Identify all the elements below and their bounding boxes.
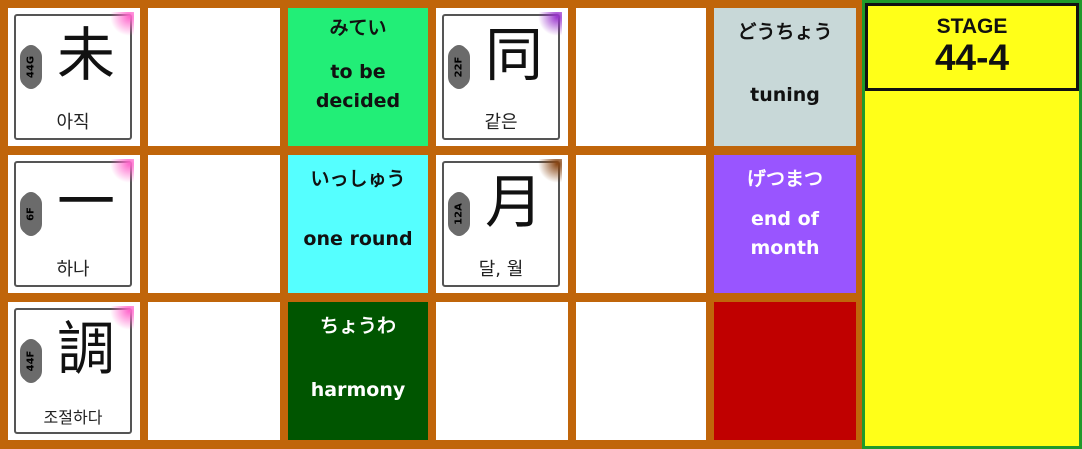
word-kana: みてい bbox=[329, 17, 387, 39]
empty-tile[interactable] bbox=[148, 155, 280, 293]
word-meaning: month bbox=[750, 237, 820, 259]
level-badge: 44F bbox=[25, 350, 37, 372]
kanji-tile-dou[interactable]: 22F 同 같은 bbox=[436, 8, 568, 146]
empty-tile[interactable] bbox=[148, 8, 280, 146]
kanji-character: 月 bbox=[484, 168, 543, 236]
kanji-reading: 달, 월 bbox=[478, 259, 524, 280]
kanji-tile-ichi[interactable]: 6F 一 하나 bbox=[8, 155, 140, 293]
level-badge: 12A bbox=[453, 203, 465, 225]
word-meaning: harmony bbox=[310, 379, 406, 401]
kanji-tile-tsuki[interactable]: 12A 月 달, 월 bbox=[436, 155, 568, 293]
level-badge-cloud-icon: 12A bbox=[448, 193, 470, 235]
word-kana: ちょうわ bbox=[319, 315, 396, 337]
empty-tile[interactable] bbox=[148, 302, 280, 440]
word-meaning: end of bbox=[751, 208, 819, 230]
kanji-tile-mi[interactable]: 44G 未 아직 bbox=[8, 8, 140, 146]
kanji-character: 調 bbox=[56, 315, 115, 383]
word-kana: どうちょう bbox=[737, 21, 833, 43]
tile-frame: 6F 一 하나 bbox=[14, 159, 134, 287]
kanji-reading: 같은 bbox=[484, 112, 518, 133]
word-meaning: decided bbox=[315, 90, 401, 112]
game-board: 44G 未 아직 みてい to be decided 22F 同 같은 どうちょ… bbox=[0, 0, 862, 449]
word-meaning: tuning bbox=[750, 84, 820, 106]
level-badge: 44G bbox=[25, 55, 37, 79]
tile-frame: 12A 月 달, 월 bbox=[442, 159, 562, 287]
word-kana: いっしゅう bbox=[310, 168, 406, 190]
word-tile-mitei[interactable]: みてい to be decided bbox=[288, 8, 428, 146]
word-meaning: one round bbox=[303, 228, 413, 250]
stage-label: STAGE bbox=[936, 15, 1008, 38]
level-badge-cloud-icon: 22F bbox=[448, 46, 470, 88]
stage-number: 44-4 bbox=[934, 37, 1010, 78]
kanji-reading: 조절하다 bbox=[43, 408, 103, 427]
word-kana: げつまつ bbox=[746, 168, 823, 190]
empty-tile[interactable] bbox=[576, 302, 706, 440]
level-badge-cloud-icon: 44G bbox=[20, 46, 42, 88]
stage-indicator: STAGE 44-4 bbox=[865, 3, 1079, 91]
kanji-reading: 하나 bbox=[56, 259, 90, 280]
empty-tile[interactable] bbox=[576, 155, 706, 293]
word-meaning: to be bbox=[330, 61, 386, 83]
kanji-character: 同 bbox=[484, 21, 543, 89]
level-badge-cloud-icon: 6F bbox=[20, 193, 42, 235]
kanji-character: 一 bbox=[56, 168, 115, 236]
word-tile-chouwa[interactable]: ちょうわ harmony bbox=[288, 302, 428, 440]
word-tile-isshuu[interactable]: いっしゅう one round bbox=[288, 155, 428, 293]
word-tile-getsumatsu[interactable]: げつまつ end of month bbox=[714, 155, 856, 293]
tile-frame: 44F 調 조절하다 bbox=[14, 306, 134, 434]
tile-frame: 22F 同 같은 bbox=[442, 12, 562, 140]
word-tile-douchou[interactable]: どうちょう tuning bbox=[714, 8, 856, 146]
empty-tile[interactable] bbox=[576, 8, 706, 146]
kanji-reading: 아직 bbox=[56, 112, 90, 133]
stage-panel: STAGE 44-4 bbox=[862, 0, 1082, 449]
empty-tile[interactable] bbox=[436, 302, 568, 440]
red-tile[interactable] bbox=[714, 302, 856, 440]
level-badge: 6F bbox=[25, 207, 37, 221]
level-badge-cloud-icon: 44F bbox=[20, 340, 42, 382]
kanji-character: 未 bbox=[56, 21, 115, 89]
kanji-tile-chou[interactable]: 44F 調 조절하다 bbox=[8, 302, 140, 440]
level-badge: 22F bbox=[453, 56, 465, 78]
tile-frame: 44G 未 아직 bbox=[14, 12, 134, 140]
